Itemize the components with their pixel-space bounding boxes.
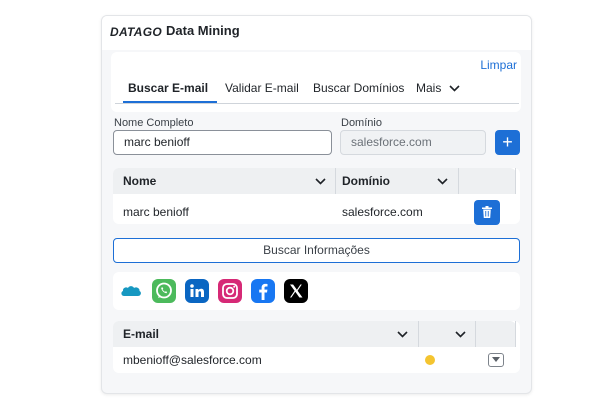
brand-logo: DATAGO [110,25,163,39]
clear-link[interactable]: Limpar [480,58,517,72]
domain-input[interactable]: salesforce.com [340,130,486,155]
tabs-card: Limpar Buscar E-mail Validar E-mail Busc… [111,52,521,112]
header-bar: DATAGO Data Mining [102,16,531,50]
tab-validar-email[interactable]: Validar E-mail [225,81,299,95]
facebook-icon[interactable] [251,279,275,303]
column-divider [515,321,516,347]
column-divider [335,168,336,194]
column-divider [458,168,459,194]
extension-panel: DATAGO Data Mining Limpar Buscar E-mail … [101,15,532,394]
tab-mais[interactable]: Mais [416,81,460,95]
tab-bar: Buscar E-mail Validar E-mail Buscar Domí… [115,77,519,104]
whatsapp-icon[interactable] [152,279,176,303]
status-indicator [425,355,435,365]
column-divider [418,321,419,347]
active-tab-indicator [123,101,217,103]
caret-down-icon [492,357,500,362]
col-header-email[interactable]: E-mail [123,321,159,347]
chevron-down-icon[interactable] [397,331,408,338]
tab-buscar-dominios[interactable]: Buscar Domínios [313,81,404,95]
row-name-cell: marc benioff [123,205,189,219]
search-info-button[interactable]: Buscar Informações [113,238,520,263]
tab-buscar-email[interactable]: Buscar E-mail [128,81,208,95]
name-input[interactable]: marc benioff [113,130,332,155]
results-table: E-mail mbenioff@salesforce.com [113,321,520,373]
chevron-down-icon[interactable] [437,178,448,185]
trash-icon [482,206,492,218]
chevron-down-icon[interactable] [315,178,326,185]
column-divider [475,321,476,347]
chevron-down-icon [449,85,460,92]
app-title: Data Mining [166,23,240,38]
delete-row-button[interactable] [474,200,500,225]
lookup-table: Nome Domínio marc benioff salesforce.com [113,168,520,225]
name-field-label: Nome Completo [114,117,194,129]
column-divider [515,168,516,194]
linkedin-icon[interactable] [185,279,209,303]
add-button[interactable]: + [495,130,520,155]
col-header-nome[interactable]: Nome [123,168,156,194]
x-icon[interactable] [284,279,308,303]
salesforce-icon[interactable] [119,279,143,303]
tab-mais-label: Mais [416,81,442,95]
plus-icon: + [502,132,513,152]
row-options-button[interactable] [488,353,504,367]
domain-field-label: Domínio [341,117,382,129]
row-domain-cell: salesforce.com [342,205,423,219]
col-header-dominio[interactable]: Domínio [342,168,390,194]
chevron-down-icon[interactable] [455,331,466,338]
result-email-cell: mbenioff@salesforce.com [123,353,262,367]
instagram-icon[interactable] [218,279,242,303]
